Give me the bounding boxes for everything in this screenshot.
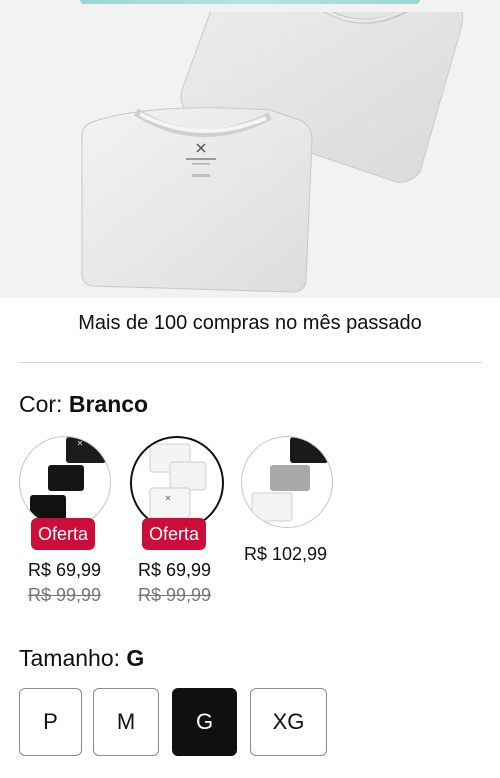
color-option-white[interactable] — [130, 436, 224, 530]
old-price-option-black: R$ 99,99 — [28, 585, 102, 605]
offer-badge: Oferta — [142, 518, 207, 550]
price-option-black: R$ 69,99 — [28, 560, 102, 580]
size-label-prefix: Tamanho: — [19, 645, 121, 671]
mixed-shirts-thumbnail — [251, 437, 328, 522]
selected-size-value: G — [126, 645, 145, 671]
top-image-edge — [0, 0, 500, 12]
color-label-prefix: Cor: — [19, 391, 63, 417]
image-carousel-indicator — [80, 0, 420, 4]
old-price-option-white: R$ 99,99 — [138, 585, 212, 605]
tshirts-image — [81, 12, 464, 293]
selected-color-value: Branco — [68, 391, 149, 417]
size-option-m[interactable]: M — [93, 688, 159, 756]
section-divider — [18, 362, 482, 363]
black-shirts-thumbnail — [30, 437, 106, 521]
product-image[interactable] — [0, 12, 500, 298]
size-option-xg[interactable]: XG — [250, 688, 327, 756]
price-option-white: R$ 69,99 — [138, 560, 212, 580]
color-option-mixed[interactable] — [241, 436, 333, 528]
color-option-black[interactable] — [19, 436, 111, 528]
purchases-note: Mais de 100 compras no mês passado — [78, 312, 422, 334]
size-label: Tamanho: G — [19, 645, 144, 672]
offer-badge: Oferta — [31, 518, 96, 550]
size-option-p[interactable]: P — [19, 688, 82, 756]
size-option-g[interactable]: G — [172, 688, 237, 756]
color-label: Cor: Branco — [19, 391, 148, 418]
price-option-mixed: R$ 102,99 — [244, 544, 328, 564]
white-shirts-thumbnail — [149, 443, 207, 519]
